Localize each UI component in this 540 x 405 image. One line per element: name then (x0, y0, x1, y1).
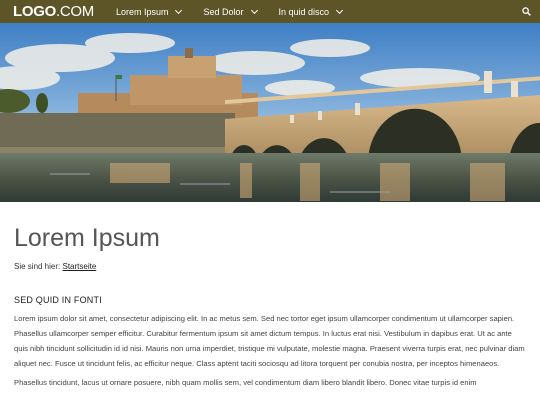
hero-image (0, 23, 540, 202)
menu-item-label: In quid disco (278, 6, 330, 17)
section-heading: SED QUID IN FONTI (14, 295, 102, 305)
main-menu: Lorem Ipsum Sed Dolor In quid disco (115, 6, 364, 17)
menu-item-sed-dolor[interactable]: Sed Dolor (203, 6, 258, 17)
paragraph: Phasellus tincidunt, lacus ut ornare pos… (14, 378, 477, 387)
chevron-down-icon (336, 6, 344, 14)
menu-item-lorem-ipsum[interactable]: Lorem Ipsum (115, 6, 183, 17)
paragraph: Lorem ipsum dolor sit amet, consectetur … (14, 314, 525, 368)
breadcrumb: Sie sind hier: Startseite (14, 262, 526, 271)
site-logo[interactable]: LOGO.COM (13, 0, 94, 23)
top-navbar: LOGO.COM Lorem Ipsum Sed Dolor In quid d… (0, 0, 540, 23)
logo-text-bold: LOGO (13, 3, 56, 20)
menu-item-label: Lorem Ipsum (115, 6, 169, 17)
logo-text-light: .COM (55, 3, 94, 20)
page-title: Lorem Ipsum (14, 224, 160, 252)
chevron-down-icon (250, 6, 258, 14)
main-content: Lorem Ipsum Sie sind hier: Startseite SE… (0, 223, 540, 390)
menu-item-in-quid-disco[interactable]: In quid disco (278, 6, 344, 17)
breadcrumb-prefix: Sie sind hier: (14, 262, 61, 271)
menu-item-label: Sed Dolor (203, 6, 244, 17)
search-icon[interactable] (522, 7, 531, 16)
chevron-down-icon (175, 6, 183, 14)
breadcrumb-link-startseite[interactable]: Startseite (62, 262, 96, 271)
